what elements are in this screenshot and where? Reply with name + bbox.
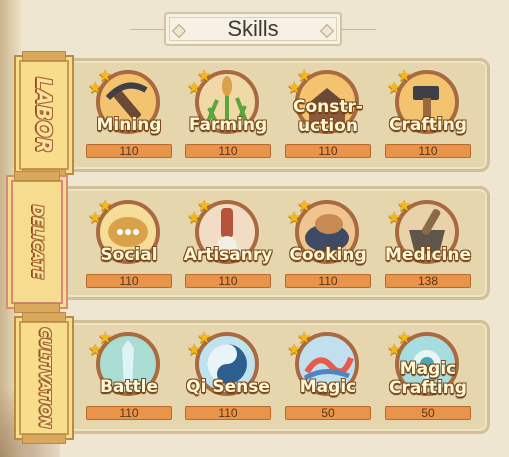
skill-name: Constr- uction xyxy=(293,97,363,136)
group-label-text: DELICATE xyxy=(29,204,46,280)
skill-level-bar: 110 xyxy=(185,144,271,158)
skill-level-bar: 110 xyxy=(285,274,371,288)
diamond-icon xyxy=(319,23,335,39)
group-label-labor: LABOR xyxy=(14,51,74,179)
star-icon: ★ xyxy=(197,66,212,85)
skill-name: Medicine xyxy=(385,245,471,265)
skill-level-bar: 110 xyxy=(86,274,172,288)
skill-medicine[interactable]: ★ ★ Medicine 138 xyxy=(385,196,471,294)
diamond-icon xyxy=(171,23,187,39)
skill-construction[interactable]: ★ ★ Constr- uction 110 xyxy=(285,66,371,164)
group-label-text: LABOR xyxy=(32,77,56,153)
title-ornament-right xyxy=(342,29,376,30)
skill-mining[interactable]: ★ ★ Mining 110 xyxy=(86,66,172,164)
star-icon: ★ xyxy=(397,196,412,215)
skill-level-bar: 110 xyxy=(86,406,172,420)
skill-crafting[interactable]: ★ ★ Crafting 110 xyxy=(385,66,471,164)
star-icon: ★ xyxy=(197,328,212,347)
star-icon: ★ xyxy=(98,196,113,215)
skill-name: Mining xyxy=(96,115,162,135)
group-label-cultivation: CULTIVATION xyxy=(14,312,74,444)
label-cap xyxy=(22,51,66,61)
label-cap xyxy=(22,434,66,444)
skill-cooking[interactable]: ★ ★ Cooking 110 xyxy=(285,196,371,294)
group-label-text: CULTIVATION xyxy=(36,327,53,429)
title-ornament-left xyxy=(130,29,164,30)
skill-social[interactable]: ★ ★ Social 110 xyxy=(86,196,172,294)
star-icon: ★ xyxy=(397,66,412,85)
skill-level-bar: 110 xyxy=(86,144,172,158)
star-icon: ★ xyxy=(397,328,412,347)
skill-level-bar: 110 xyxy=(185,274,271,288)
skill-level-bar: 110 xyxy=(385,144,471,158)
skill-farming[interactable]: ★ ★ Farming 110 xyxy=(185,66,271,164)
skill-name: Magic xyxy=(299,377,357,397)
skill-level-bar: 110 xyxy=(285,144,371,158)
skill-level-bar: 138 xyxy=(385,274,471,288)
skill-name: Cooking xyxy=(289,245,367,265)
skill-artisanry[interactable]: ★ ★ Artisanry 110 xyxy=(184,196,272,294)
skill-name: Crafting xyxy=(389,115,467,135)
label-cap xyxy=(14,171,60,181)
group-label-delicate: DELICATE xyxy=(6,171,68,313)
skill-qi-sense[interactable]: ★ ★ Qi Sense 110 xyxy=(185,328,271,426)
skill-battle[interactable]: ★ ★ Battle 110 xyxy=(86,328,172,426)
skill-level-bar: 50 xyxy=(385,406,471,420)
star-icon: ★ xyxy=(98,328,113,347)
star-icon: ★ xyxy=(297,328,312,347)
skill-name: Farming xyxy=(188,115,268,135)
skill-name: Qi Sense xyxy=(186,377,270,397)
star-icon: ★ xyxy=(297,66,312,85)
star-icon: ★ xyxy=(98,66,113,85)
label-cap xyxy=(22,312,66,322)
skill-name: Battle xyxy=(99,377,159,397)
title-plate: Skills xyxy=(164,12,342,46)
skill-level-bar: 110 xyxy=(185,406,271,420)
skill-name: Social xyxy=(100,245,158,265)
star-icon: ★ xyxy=(297,196,312,215)
skill-level-bar: 50 xyxy=(285,406,371,420)
star-icon: ★ xyxy=(197,196,212,215)
skill-name: Magic Crafting xyxy=(389,359,467,398)
page-title: Skills xyxy=(227,16,279,41)
skill-magic-crafting[interactable]: ★ ★ Magic Crafting 50 xyxy=(385,328,471,426)
skill-magic[interactable]: ★ ★ Magic 50 xyxy=(285,328,371,426)
skill-name: Artisanry xyxy=(183,245,273,265)
